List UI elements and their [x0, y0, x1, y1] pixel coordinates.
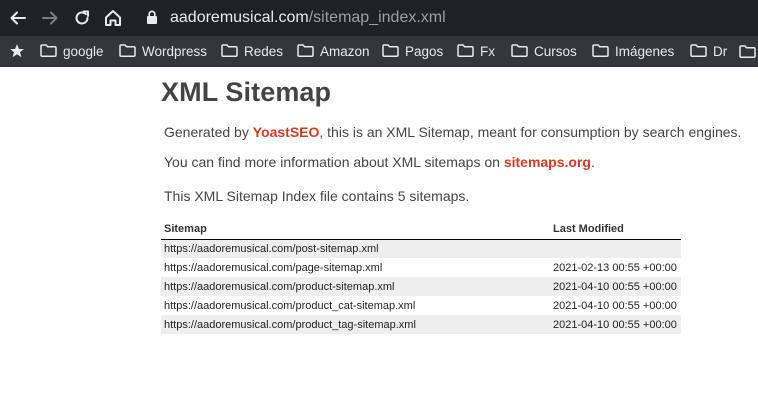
- arrow-right-icon: [42, 11, 58, 25]
- info-suffix: .: [590, 154, 595, 170]
- reload-button[interactable]: [70, 6, 94, 30]
- column-header-sitemap: Sitemap: [161, 222, 553, 240]
- folder-icon: [221, 43, 238, 60]
- info-prefix: You can find more information about XML …: [164, 154, 504, 170]
- page-title: XML Sitemap: [161, 77, 332, 107]
- url-text[interactable]: aadoremusical.com/sitemap_index.xml: [170, 9, 446, 27]
- bookmark-label: Pagos: [405, 44, 444, 59]
- bookmark-item[interactable]: Imágenes: [592, 36, 674, 67]
- folder-icon[interactable]: [739, 36, 756, 67]
- sitemap-link[interactable]: https://aadoremusical.com/product-sitema…: [161, 277, 553, 296]
- sitemap-link[interactable]: https://aadoremusical.com/product_tag-si…: [161, 315, 553, 334]
- bookmark-item[interactable]: Wordpress: [119, 36, 207, 67]
- sitemap-link[interactable]: https://aadoremusical.com/page-sitemap.x…: [161, 258, 553, 277]
- bookmark-label: Wordpress: [142, 44, 208, 59]
- last-modified-cell: 2021-04-10 00:55 +00:00: [553, 277, 681, 296]
- sitemap-table: Sitemap Last Modified https://aadoremusi…: [161, 222, 681, 334]
- reload-icon: [75, 10, 89, 25]
- bookmark-item[interactable]: google: [40, 36, 104, 67]
- last-modified-cell: 2021-02-13 00:55 +00:00: [553, 261, 677, 274]
- bookmark-item[interactable]: Cursos: [511, 36, 577, 67]
- intro-prefix: Generated by: [164, 124, 253, 140]
- folder-icon: [511, 43, 528, 60]
- page-content: XML Sitemap Generated by YoastSEO, this …: [0, 67, 758, 402]
- sitemaps-org-link[interactable]: sitemaps.org: [504, 154, 591, 170]
- bookmark-item[interactable]: Fx: [457, 36, 495, 67]
- bookmarks-bar: google Wordpress Redes Amazon Pagos Fx Cursos I…: [0, 36, 758, 67]
- folder-icon: [457, 43, 474, 60]
- last-modified-cell: 2021-04-10 00:55 +00:00: [553, 315, 681, 334]
- yoastseo-link[interactable]: YoastSEO: [253, 124, 320, 140]
- bookmark-item[interactable]: Dr: [690, 36, 727, 67]
- table-row: https://aadoremusical.com/product_tag-si…: [161, 315, 681, 334]
- table-row: https://aadoremusical.com/product_cat-si…: [161, 296, 681, 315]
- arrow-left-icon: [10, 11, 26, 25]
- column-header-last-modified: Last Modified: [553, 222, 681, 240]
- forward-button[interactable]: [38, 6, 62, 30]
- last-modified-cell: [553, 239, 681, 258]
- sitemap-link[interactable]: https://aadoremusical.com/product_cat-si…: [161, 296, 553, 315]
- folder-icon: [382, 43, 399, 60]
- bookmark-label: Cursos: [534, 44, 577, 59]
- table-row: https://aadoremusical.com/product-sitema…: [161, 277, 681, 296]
- bookmark-label: google: [63, 44, 104, 59]
- home-button[interactable]: [101, 6, 125, 30]
- intro-suffix: , this is an XML Sitemap, meant for cons…: [319, 124, 742, 140]
- folder-icon: [592, 43, 609, 60]
- folder-icon: [119, 43, 136, 60]
- bookmark-label: Dr: [713, 44, 728, 59]
- bookmark-label: Amazon: [320, 44, 370, 59]
- browser-toolbar: aadoremusical.com/sitemap_index.xml: [0, 0, 758, 36]
- bookmark-label: Redes: [244, 44, 284, 59]
- sitemap-count-text: This XML Sitemap Index file contains 5 s…: [164, 188, 470, 204]
- bookmark-label: Imágenes: [615, 44, 675, 59]
- home-icon: [105, 10, 121, 26]
- bookmark-item[interactable]: Amazon: [297, 36, 370, 67]
- sitemap-link[interactable]: https://aadoremusical.com/post-sitemap.x…: [161, 239, 553, 258]
- info-paragraph: You can find more information about XML …: [164, 154, 595, 170]
- star-icon[interactable]: [9, 43, 25, 59]
- bookmark-label: Fx: [480, 44, 495, 59]
- url-path: /sitemap_index.xml: [308, 9, 446, 26]
- lock-icon: [147, 10, 157, 24]
- folder-icon: [690, 43, 707, 60]
- table-header-row: Sitemap Last Modified: [161, 222, 681, 240]
- url-host: aadoremusical.com: [170, 9, 309, 26]
- table-row: https://aadoremusical.com/page-sitemap.x…: [161, 258, 681, 277]
- folder-icon: [297, 43, 314, 60]
- intro-paragraph: Generated by YoastSEO, this is an XML Si…: [164, 124, 741, 140]
- bookmark-item[interactable]: Pagos: [382, 36, 443, 67]
- last-modified-cell: 2021-04-10 00:55 +00:00: [553, 299, 677, 312]
- back-button[interactable]: [6, 6, 30, 30]
- bookmark-item[interactable]: Redes: [221, 36, 283, 67]
- folder-icon: [40, 43, 57, 60]
- table-row: https://aadoremusical.com/post-sitemap.x…: [161, 239, 681, 258]
